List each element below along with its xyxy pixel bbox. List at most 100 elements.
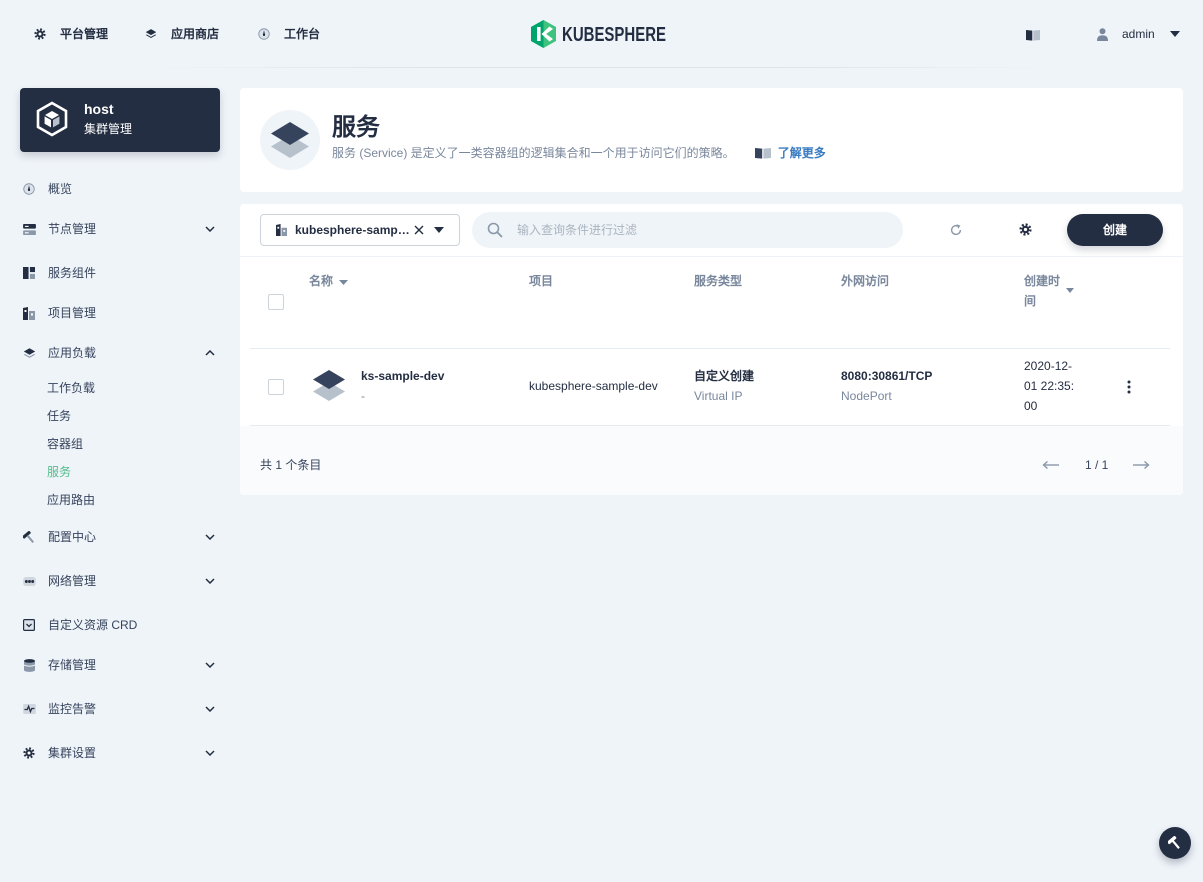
settings-gear-icon[interactable]	[1019, 223, 1033, 237]
sidebar-subitem-pods[interactable]: 容器组	[47, 432, 83, 456]
dashboard-icon	[258, 28, 270, 40]
sidebar-item-label: 项目管理	[48, 306, 97, 320]
service-description: -	[361, 389, 365, 403]
kubesphere-logo-icon	[530, 19, 557, 49]
sidebar-subitem-ingresses[interactable]: 应用路由	[47, 488, 95, 512]
sidebar-item-label: 存储管理	[48, 658, 97, 672]
gear-icon	[34, 28, 46, 40]
page-header: 服务 服务 (Service) 是定义了一类容器组的逻辑集合和一个用于访问它们的…	[240, 88, 1183, 192]
sidebar-subitem-jobs[interactable]: 任务	[47, 404, 71, 428]
refresh-icon[interactable]	[949, 223, 963, 237]
sidebar-item-config-center[interactable]: 配置中心	[20, 525, 220, 549]
page-description-row: 服务 (Service) 是定义了一类容器组的逻辑集合和一个用于访问它们的策略。…	[332, 144, 826, 162]
nav-label: 平台管理	[60, 27, 109, 41]
more-icon[interactable]	[1127, 380, 1131, 394]
sidebar-item-components[interactable]: 服务组件	[20, 261, 220, 285]
chevron-down-icon	[205, 534, 215, 540]
hammer-icon	[1168, 836, 1182, 850]
sidebar-item-network[interactable]: 网络管理	[20, 569, 220, 593]
sidebar-item-cluster-settings[interactable]: 集群设置	[20, 741, 220, 765]
sidebar-item-projects[interactable]: 项目管理	[20, 301, 220, 325]
project-filter-select[interactable]: kubesphere-samp…	[260, 214, 460, 246]
sort-caret-icon[interactable]	[339, 280, 348, 285]
nav-platform-management[interactable]: 平台管理	[34, 24, 108, 44]
project-filter-value: kubesphere-samp…	[295, 223, 410, 237]
sidebar-item-label: 服务组件	[48, 266, 97, 280]
sidebar-item-nodes[interactable]: 节点管理	[20, 217, 220, 241]
service-access-type: NodePort	[841, 389, 892, 403]
chevron-down-icon	[205, 226, 215, 232]
sidebar-item-label: 监控告警	[48, 702, 97, 716]
service-icon	[313, 370, 345, 401]
sidebar-item-crd[interactable]: 自定义资源 CRD	[20, 613, 220, 637]
page-title: 服务	[332, 114, 380, 141]
sidebar-item-app-workloads[interactable]: 应用负载	[20, 341, 220, 365]
toolbox-button[interactable]	[1159, 827, 1191, 859]
sort-caret-icon[interactable]	[1066, 288, 1074, 293]
search-bar[interactable]	[472, 212, 903, 248]
table-footer: 共 1 个条目 1 / 1	[240, 426, 1183, 495]
monitor-icon	[22, 697, 36, 721]
kubesphere-logo[interactable]: KUBESPHERE	[530, 19, 670, 49]
column-header-name[interactable]: 名称	[309, 271, 333, 291]
learn-more-label: 了解更多	[777, 146, 826, 160]
cluster-selector[interactable]: host 集群管理	[20, 88, 220, 152]
nodes-icon	[22, 217, 36, 241]
select-all-checkbox[interactable]	[268, 294, 284, 310]
learn-more-link[interactable]: 了解更多	[754, 144, 826, 162]
dashboard-icon	[22, 177, 36, 201]
chevron-up-icon	[205, 350, 215, 356]
project-icon	[276, 224, 287, 236]
header-divider	[250, 348, 1170, 349]
sidebar-item-label: 集群设置	[48, 746, 97, 760]
sidebar-item-label: 概览	[48, 182, 73, 196]
sidebar-item-overview[interactable]: 概览	[20, 177, 220, 201]
kubesphere-logo-text: KUBESPHERE	[562, 22, 666, 46]
cluster-name: host	[84, 101, 114, 117]
service-name-link[interactable]: ks-sample-dev	[361, 366, 444, 386]
row-checkbox[interactable]	[268, 379, 284, 395]
book-icon	[754, 147, 771, 159]
page-description: 服务 (Service) 是定义了一类容器组的逻辑集合和一个用于访问它们的策略。	[332, 146, 735, 160]
nav-label: 应用商店	[171, 27, 220, 41]
nav-workbench[interactable]: 工作台	[258, 24, 320, 44]
user-menu[interactable]: admin	[1097, 24, 1180, 44]
caret-down-icon	[434, 227, 444, 233]
sidebar-item-monitoring[interactable]: 监控告警	[20, 697, 220, 721]
gear-icon	[22, 741, 36, 765]
chevron-down-icon	[205, 662, 215, 668]
services-table-card: kubesphere-samp… 创建 名称 项目 服务类型 外网访问 创建时间	[240, 204, 1183, 495]
crd-icon	[22, 613, 36, 637]
network-icon	[22, 569, 36, 593]
column-header-type: 服务类型	[694, 274, 743, 288]
column-header-project: 项目	[529, 274, 554, 288]
close-icon[interactable]	[414, 225, 424, 235]
top-navigation: 平台管理 应用商店 工作台 KUBESPHERE admin	[0, 0, 1203, 68]
cluster-icon	[35, 101, 69, 137]
total-count: 共 1 个条目	[260, 458, 322, 472]
storage-icon	[22, 653, 36, 677]
caret-down-icon	[1169, 31, 1180, 37]
docs-book-icon[interactable]	[1026, 29, 1040, 41]
service-external-access: 8080:30861/TCP	[841, 369, 933, 383]
arrow-right-icon[interactable]	[1132, 460, 1150, 470]
service-project: kubesphere-sample-dev	[529, 379, 658, 393]
service-icon	[260, 110, 320, 170]
chevron-down-icon	[205, 578, 215, 584]
nav-app-store[interactable]: 应用商店	[145, 24, 219, 44]
column-header-created[interactable]: 创建时间	[1024, 271, 1070, 311]
sidebar-subitem-services[interactable]: 服务	[47, 460, 71, 484]
hammer-icon	[22, 525, 36, 549]
sidebar-item-storage[interactable]: 存储管理	[20, 653, 220, 677]
arrow-left-icon[interactable]	[1042, 460, 1060, 470]
create-button[interactable]: 创建	[1067, 214, 1163, 246]
sidebar-item-label: 自定义资源 CRD	[48, 618, 138, 632]
nav-divider	[150, 67, 1050, 68]
chevron-down-icon	[205, 706, 215, 712]
sidebar-item-label: 配置中心	[48, 530, 97, 544]
search-input[interactable]	[517, 212, 887, 248]
sidebar-item-label: 网络管理	[48, 574, 97, 588]
appstore-icon	[22, 341, 36, 365]
sidebar-subitem-workloads[interactable]: 工作负载	[47, 376, 95, 400]
service-created-time: 2020-12-01 22:35:00	[1024, 359, 1075, 413]
